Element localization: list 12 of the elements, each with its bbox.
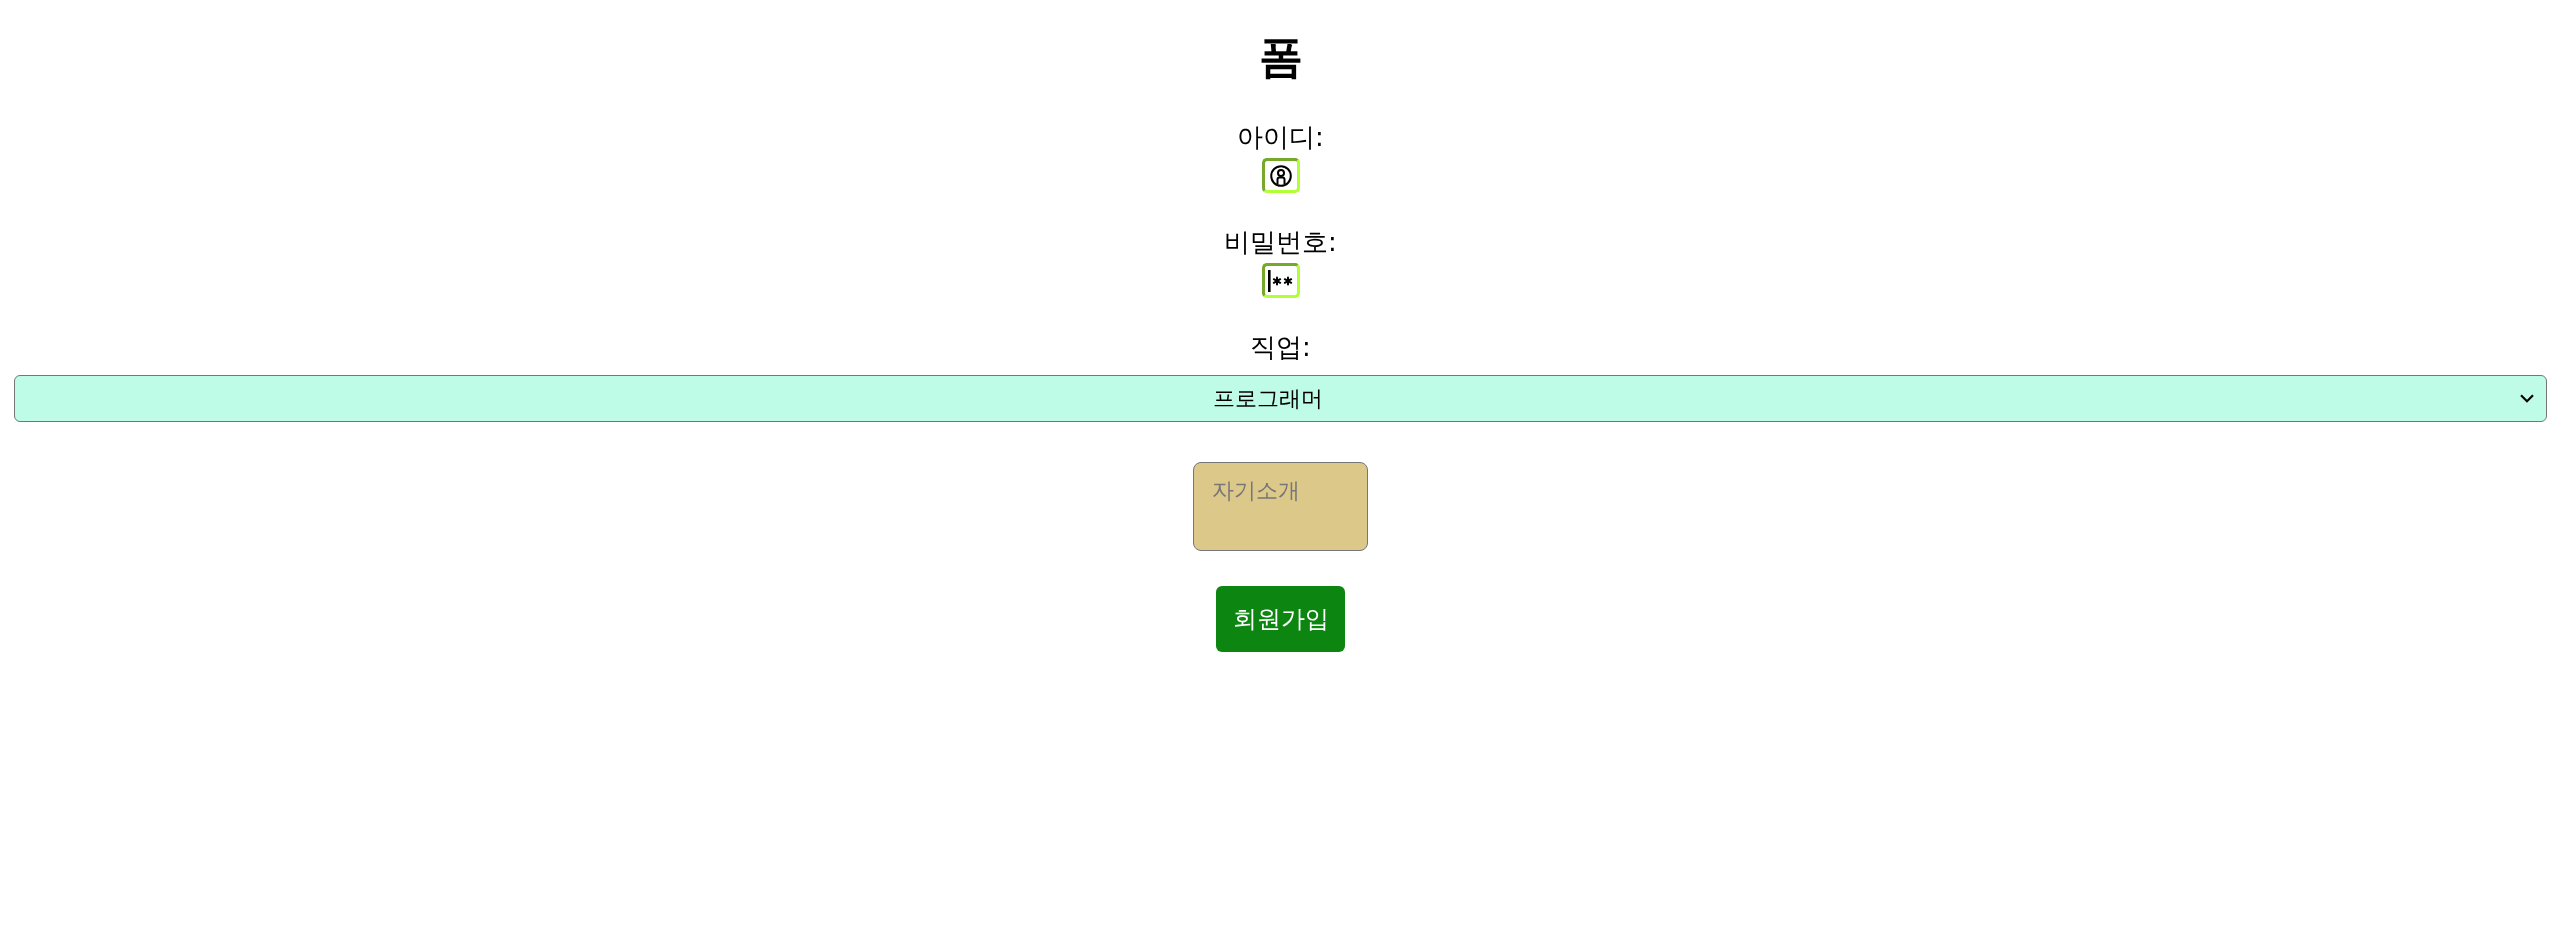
caret-icon — [2520, 394, 2534, 403]
field-label: 비밀번호: — [1224, 227, 1337, 257]
password-field[interactable] — [1261, 263, 1300, 298]
intro-field[interactable]: 자기소개 — [1193, 462, 1368, 551]
cursor-asterisks-icon — [1267, 269, 1294, 292]
field-label: 아이디: — [1237, 122, 1324, 152]
form-title: 폼 — [1258, 32, 1303, 82]
job-select[interactable]: 프로그래머 — [14, 375, 2547, 422]
signup-button[interactable]: 회원가입 — [1216, 586, 1345, 652]
username-field[interactable] — [1261, 158, 1300, 193]
user-circle-icon — [1269, 164, 1292, 187]
job-label: 직업: — [1250, 332, 1311, 362]
